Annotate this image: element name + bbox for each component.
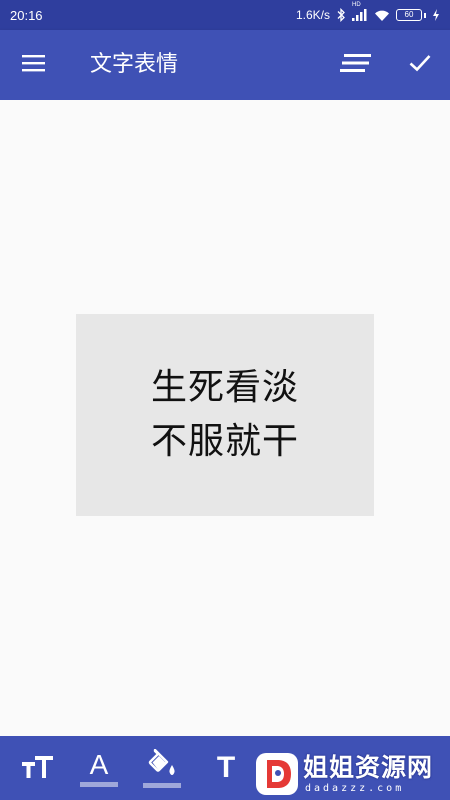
editor-canvas: 生死看淡 不服就干 — [0, 100, 450, 736]
bluetooth-icon — [336, 8, 346, 22]
sticker-text-line-1: 生死看淡 — [150, 367, 299, 408]
text-sticker-card[interactable]: 生死看淡 不服就干 — [76, 314, 374, 516]
battery-icon: 60 — [396, 9, 426, 21]
status-bar: 20:16 1.6K/s HD 60 — [0, 0, 450, 30]
signal-tag: HD — [352, 1, 361, 8]
check-icon — [409, 54, 431, 76]
text-color-icon: A — [89, 748, 109, 780]
fill-color-swatch — [143, 782, 181, 788]
watermark-title: 姐姐资源网 — [303, 753, 434, 782]
font-tool[interactable]: T — [204, 746, 248, 790]
menu-button[interactable] — [16, 47, 52, 83]
fill-color-tool[interactable] — [140, 746, 184, 790]
text-size-tool[interactable] — [18, 746, 58, 790]
status-icons: 1.6K/s HD 60 — [295, 2, 440, 22]
text-color-tool[interactable]: A — [78, 746, 120, 790]
text-align-icon — [340, 53, 372, 77]
paint-bucket-icon — [146, 748, 178, 781]
screen: 20:16 1.6K/s HD 60 文字表情 生死看淡 不服就干 A T 姐姐… — [0, 0, 450, 800]
watermark-logo-icon — [255, 752, 299, 796]
network-speed: 1.6K/s — [295, 8, 330, 22]
text-size-icon — [22, 753, 54, 783]
sticker-text-line-2: 不服就干 — [150, 421, 299, 462]
menu-icon — [22, 54, 46, 76]
page-title: 文字表情 — [90, 52, 179, 77]
status-time: 20:16 — [10, 7, 43, 23]
battery-level: 60 — [396, 9, 422, 21]
watermark-text: 姐姐资源网 dadazzz.com — [303, 753, 433, 795]
app-bar: 文字表情 — [0, 30, 450, 100]
watermark: 姐姐资源网 dadazzz.com — [255, 748, 450, 800]
text-align-button[interactable] — [336, 47, 376, 83]
charging-icon — [432, 9, 440, 21]
confirm-button[interactable] — [400, 47, 440, 83]
font-icon: T — [216, 751, 236, 784]
watermark-subtitle: dadazzz.com — [305, 783, 405, 794]
text-color-swatch — [80, 781, 118, 787]
wifi-icon — [374, 9, 390, 22]
signal-icon: HD — [352, 2, 368, 22]
